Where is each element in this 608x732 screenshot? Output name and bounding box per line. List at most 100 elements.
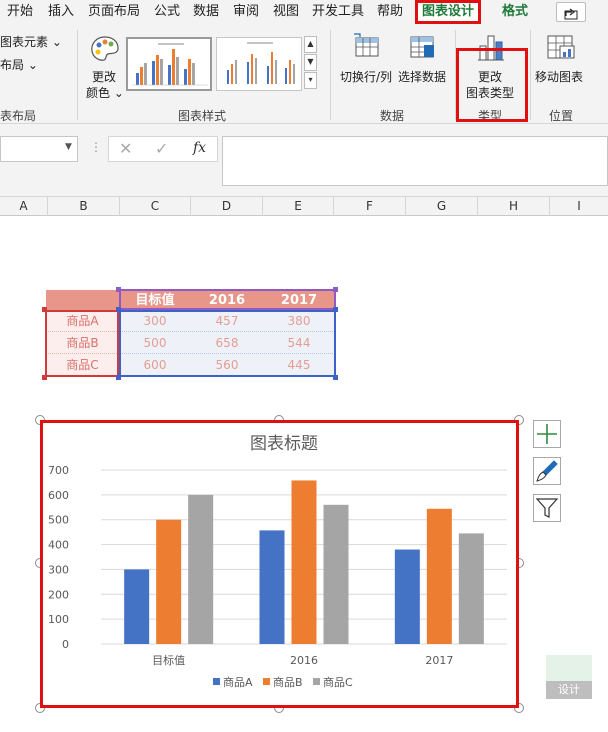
range-handle[interactable] bbox=[333, 375, 338, 380]
tab-data[interactable]: 数据 bbox=[193, 0, 219, 24]
select-data-button[interactable]: 选择数据 bbox=[398, 32, 450, 102]
enter-icon[interactable]: ✓ bbox=[155, 139, 168, 158]
switch-row-column-icon bbox=[354, 33, 379, 57]
tab-chart-design[interactable]: 图表设计 bbox=[415, 0, 482, 24]
column-headers: A B C D E F G H I bbox=[0, 196, 608, 216]
y-tick-label: 600 bbox=[48, 489, 69, 502]
cancel-icon[interactable]: ✕ bbox=[119, 139, 132, 158]
tab-developer[interactable]: 开发工具 bbox=[312, 0, 364, 24]
group-label-layouts: 表布局 bbox=[0, 109, 37, 123]
chart-title: 图表标题 bbox=[250, 434, 318, 454]
column-header-c[interactable]: C bbox=[120, 197, 191, 216]
group-separator bbox=[77, 30, 78, 120]
change-colors-button[interactable]: 更改 颜色 ⌄ bbox=[82, 30, 124, 106]
chart-filters-button[interactable] bbox=[533, 494, 561, 522]
column-header-e[interactable]: E bbox=[263, 197, 334, 216]
palette-icon bbox=[91, 36, 119, 61]
table-corner-cell[interactable] bbox=[46, 290, 119, 312]
tab-review[interactable]: 审阅 bbox=[233, 0, 259, 24]
legend-label: 商品C bbox=[323, 675, 353, 689]
values-range bbox=[119, 310, 336, 377]
column-header-f[interactable]: F bbox=[334, 197, 406, 216]
range-handle[interactable] bbox=[42, 307, 47, 312]
formula-input[interactable] bbox=[222, 136, 608, 186]
chevron-down-icon[interactable]: ▼ bbox=[65, 142, 72, 152]
series-name-range bbox=[119, 289, 336, 310]
legend-label: 商品B bbox=[273, 675, 303, 689]
chart-elements-button[interactable] bbox=[533, 420, 561, 448]
more-icon: ⋮ bbox=[90, 140, 102, 154]
column-header-i[interactable]: I bbox=[550, 197, 608, 216]
column-header-h[interactable]: H bbox=[478, 197, 550, 216]
range-handle[interactable] bbox=[116, 287, 121, 292]
range-handle[interactable] bbox=[116, 375, 121, 380]
x-tick-label: 2016 bbox=[290, 654, 318, 667]
legend-swatch[interactable] bbox=[213, 678, 220, 685]
range-handle[interactable] bbox=[42, 375, 47, 380]
range-handle[interactable] bbox=[333, 307, 338, 312]
chart-area[interactable]: 图表标题 0 100 200 300 400 500 600 700 目标值 2016 2017 商品A… bbox=[40, 420, 519, 708]
tab-home[interactable]: 开始 bbox=[7, 0, 33, 24]
chart-styles-button[interactable] bbox=[533, 457, 561, 485]
chevron-down-icon: ▼ bbox=[307, 57, 314, 66]
tab-help[interactable]: 帮助 bbox=[377, 0, 403, 24]
chart-style-preview-1 bbox=[132, 43, 208, 86]
filter-icon bbox=[535, 498, 559, 518]
styles-scroll-down-button[interactable]: ▼ bbox=[304, 54, 317, 71]
y-tick-label: 300 bbox=[48, 563, 69, 576]
quick-layout-button[interactable]: 布局 ⌄ bbox=[0, 56, 38, 73]
group-label-styles: 图表样式 bbox=[178, 109, 227, 123]
name-box[interactable]: ▼ bbox=[0, 136, 78, 162]
bar[interactable] bbox=[323, 504, 349, 644]
bar[interactable] bbox=[156, 519, 182, 644]
column-header-g[interactable]: G bbox=[406, 197, 478, 216]
select-data-icon bbox=[410, 36, 434, 58]
y-tick-label: 200 bbox=[48, 588, 69, 601]
legend-swatch[interactable] bbox=[263, 678, 270, 685]
change-colors-label: 颜色 ⌄ bbox=[86, 86, 124, 100]
chevron-up-icon: ▲ bbox=[307, 39, 314, 48]
tab-insert[interactable]: 插入 bbox=[48, 0, 74, 24]
bar[interactable] bbox=[426, 508, 452, 644]
bar[interactable] bbox=[124, 569, 150, 644]
range-handle[interactable] bbox=[116, 307, 121, 312]
group-label-location: 位置 bbox=[549, 109, 574, 123]
x-tick-label: 目标值 bbox=[152, 653, 185, 667]
range-handle[interactable] bbox=[333, 287, 338, 292]
share-icon bbox=[564, 8, 578, 20]
bar[interactable] bbox=[291, 480, 317, 644]
more-icon: ▾ bbox=[308, 75, 313, 84]
tab-page-layout[interactable]: 页面布局 bbox=[88, 0, 140, 24]
legend-label: 商品A bbox=[223, 675, 253, 689]
insert-function-icon[interactable]: fx bbox=[193, 140, 206, 156]
column-header-b[interactable]: B bbox=[48, 197, 120, 216]
styles-more-button[interactable]: ▾ bbox=[304, 72, 317, 89]
y-tick-label: 0 bbox=[62, 638, 69, 651]
chart-style-thumbnail-1[interactable] bbox=[126, 37, 212, 91]
y-tick-label: 500 bbox=[48, 514, 69, 527]
excel-design-watermark: 设计 bbox=[546, 655, 592, 701]
tab-view[interactable]: 视图 bbox=[273, 0, 299, 24]
chart-style-thumbnail-2[interactable] bbox=[216, 37, 302, 91]
formula-buttons: ✕ ✓ fx bbox=[108, 136, 218, 162]
y-tick-label: 100 bbox=[48, 613, 69, 626]
group-separator bbox=[330, 30, 331, 120]
styles-scroll-up-button[interactable]: ▲ bbox=[304, 36, 317, 53]
bar[interactable] bbox=[259, 530, 285, 644]
share-button[interactable] bbox=[556, 2, 586, 22]
tab-formulas[interactable]: 公式 bbox=[154, 0, 180, 24]
bar[interactable] bbox=[394, 549, 420, 644]
bar[interactable] bbox=[458, 533, 484, 644]
switch-row-column-button[interactable]: 切换行/列 bbox=[338, 32, 398, 102]
clustered-column-chart[interactable]: 图表标题 0 100 200 300 400 500 600 700 目标值 2016 2017 商品A… bbox=[43, 423, 516, 705]
column-header-a[interactable]: A bbox=[0, 197, 48, 216]
tab-format[interactable]: 格式 bbox=[502, 0, 528, 24]
add-chart-element-button[interactable]: 图表元素 ⌄ bbox=[0, 33, 62, 50]
category-range bbox=[45, 310, 119, 377]
legend-swatch[interactable] bbox=[313, 678, 320, 685]
group-separator bbox=[530, 30, 531, 120]
bar[interactable] bbox=[188, 494, 214, 644]
move-chart-button[interactable]: 移动图表 bbox=[534, 32, 594, 102]
brush-icon bbox=[536, 460, 558, 482]
column-header-d[interactable]: D bbox=[191, 197, 263, 216]
